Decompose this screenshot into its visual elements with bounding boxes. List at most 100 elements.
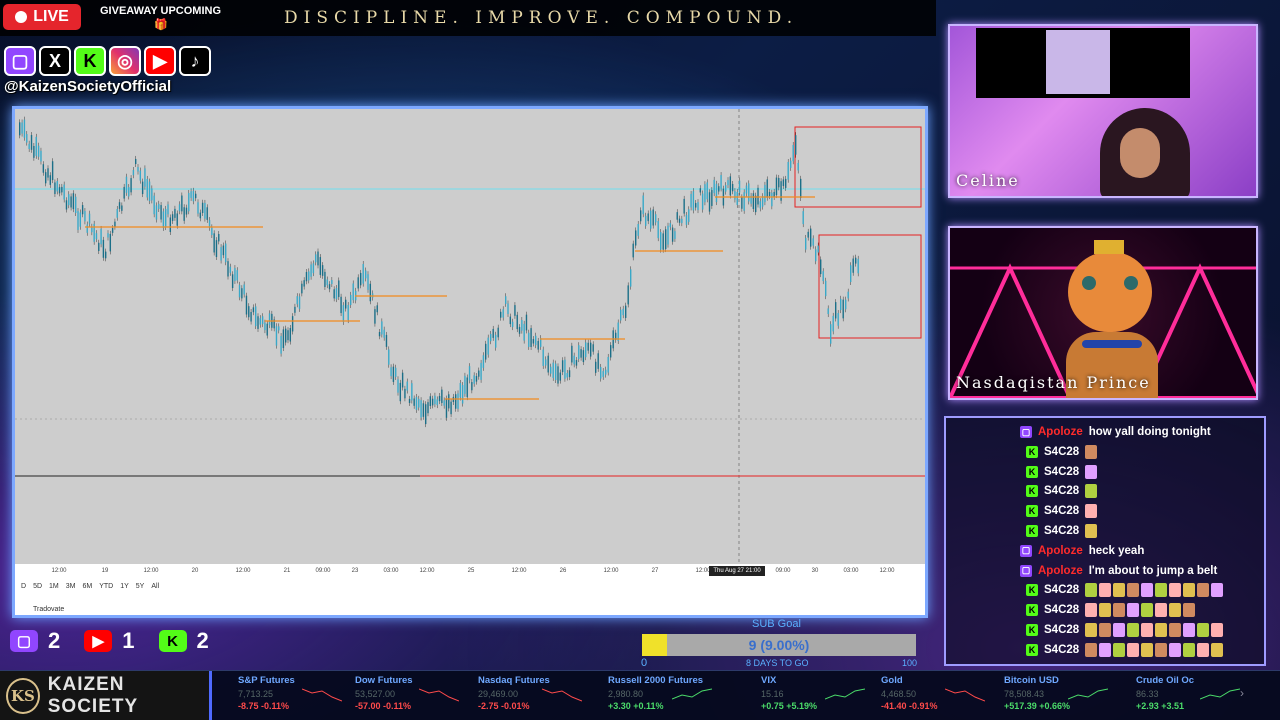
chat-username[interactable]: Apoloze [1038,565,1083,577]
chat-message: ▢ Apoloze I'm about to jump a belt [946,561,1217,581]
chat-username[interactable]: S4C28 [1044,604,1079,616]
candle [171,214,174,221]
candle [650,210,652,229]
sparkline-icon [945,688,985,702]
candle [832,315,834,332]
chat-username[interactable]: S4C28 [1044,446,1079,458]
candle [457,393,459,409]
emote-icon [1085,583,1098,598]
candle [211,227,213,236]
candle [485,343,487,360]
candle [128,187,130,197]
candle [720,175,722,189]
timeframe-button[interactable]: 6M [82,583,92,590]
timeframe-button[interactable]: 5D [33,583,42,590]
chat-username[interactable]: Apoloze [1038,426,1083,438]
candle [86,224,88,233]
candle [773,191,775,197]
candle [766,179,768,198]
chevron-right-icon[interactable]: › [1240,686,1244,700]
candle [785,178,787,188]
candle [657,221,659,239]
candle [711,190,713,206]
chat-username[interactable]: S4C28 [1044,644,1079,656]
emote-icon [1141,583,1154,598]
candle [23,119,26,138]
chat-username[interactable]: S4C28 [1044,525,1079,537]
chat-username[interactable]: Apoloze [1038,545,1083,557]
candle [68,194,70,206]
candle [42,164,45,173]
ks-logo-icon: KS [6,678,40,714]
candle [667,225,669,245]
candle [408,398,411,403]
candle [815,249,817,262]
candle [459,382,462,398]
timeframe-button[interactable]: YTD [99,583,113,590]
candle [461,385,464,404]
x-tick-label: 23 [352,568,359,574]
motto-banner: DISCIPLINE. IMPROVE. COMPOUND. [284,8,799,28]
chat-username[interactable]: S4C28 [1044,584,1079,596]
chat-username[interactable]: S4C28 [1044,505,1079,517]
chat-message: K S4C28 [946,580,1224,600]
emote-row [1085,623,1224,637]
candle [840,298,842,311]
timeframe-toolbar: D 5D 1M 3M 6M YTD 1Y 5Y All [21,583,159,590]
price-chart[interactable]: 12:00 19 12:00 20 12:00 21 09:00 23 03:00 12:00 25… [12,106,928,618]
candle [847,291,849,299]
chat-username[interactable]: S4C28 [1044,466,1079,478]
sparkline-icon [1200,688,1240,700]
timeframe-button[interactable]: 5Y [136,583,145,590]
tiktok-icon: ♪ [179,46,211,76]
timeframe-button[interactable]: D [21,583,26,590]
chat-username[interactable]: S4C28 [1044,624,1079,636]
timeframe-button[interactable]: 1Y [120,583,129,590]
candle [557,366,559,384]
emote-icon [1099,603,1112,618]
chat-message: K S4C28 [946,600,1196,620]
candle [261,316,264,325]
candle [381,321,383,335]
timeframe-button[interactable]: All [151,583,159,590]
timeframe-button[interactable]: 1M [49,583,59,590]
candle [450,401,452,415]
candle [695,203,697,208]
chat-message: K S4C28 [946,481,1098,501]
x-tick-label: 21 [284,568,291,574]
emote-icon [1183,603,1196,618]
emote-icon [1127,603,1140,618]
candle [764,184,766,203]
candle [109,233,112,252]
candle [383,329,385,338]
candle [464,375,466,394]
candle [169,217,172,233]
candle [550,366,552,374]
candle [731,183,734,192]
candle [248,306,250,318]
emote-icon [1169,642,1182,657]
emote-icon [1085,464,1098,479]
candle [500,311,502,318]
timeframe-button[interactable]: 3M [66,583,76,590]
candle [236,270,238,281]
candle [397,379,399,393]
emote-icon [1099,642,1112,657]
emote-icon [1113,623,1126,637]
candle [537,340,539,350]
x-tick-label: 19 [102,568,109,574]
chat-username[interactable]: S4C28 [1044,485,1079,497]
twitch-badge-icon: ▢ [1020,426,1032,438]
candle [478,370,480,377]
candle [264,322,266,331]
candle [692,191,695,211]
ticker-item: Nasdaq Futures 29,469.00 -2.75 -0.01% [478,675,596,719]
chat-box[interactable]: ▢ Apoloze how yall doing tonight K S4C28 K S4C… [944,416,1266,666]
emote-icon [1085,524,1098,538]
candle [225,243,227,263]
candle [365,270,367,279]
x-tick-label: 12:00 [143,568,159,574]
chart-canvas[interactable]: 12:00 19 12:00 20 12:00 21 09:00 23 03:00 12:00 25… [15,109,925,615]
candle [468,366,471,381]
candle [637,223,639,236]
